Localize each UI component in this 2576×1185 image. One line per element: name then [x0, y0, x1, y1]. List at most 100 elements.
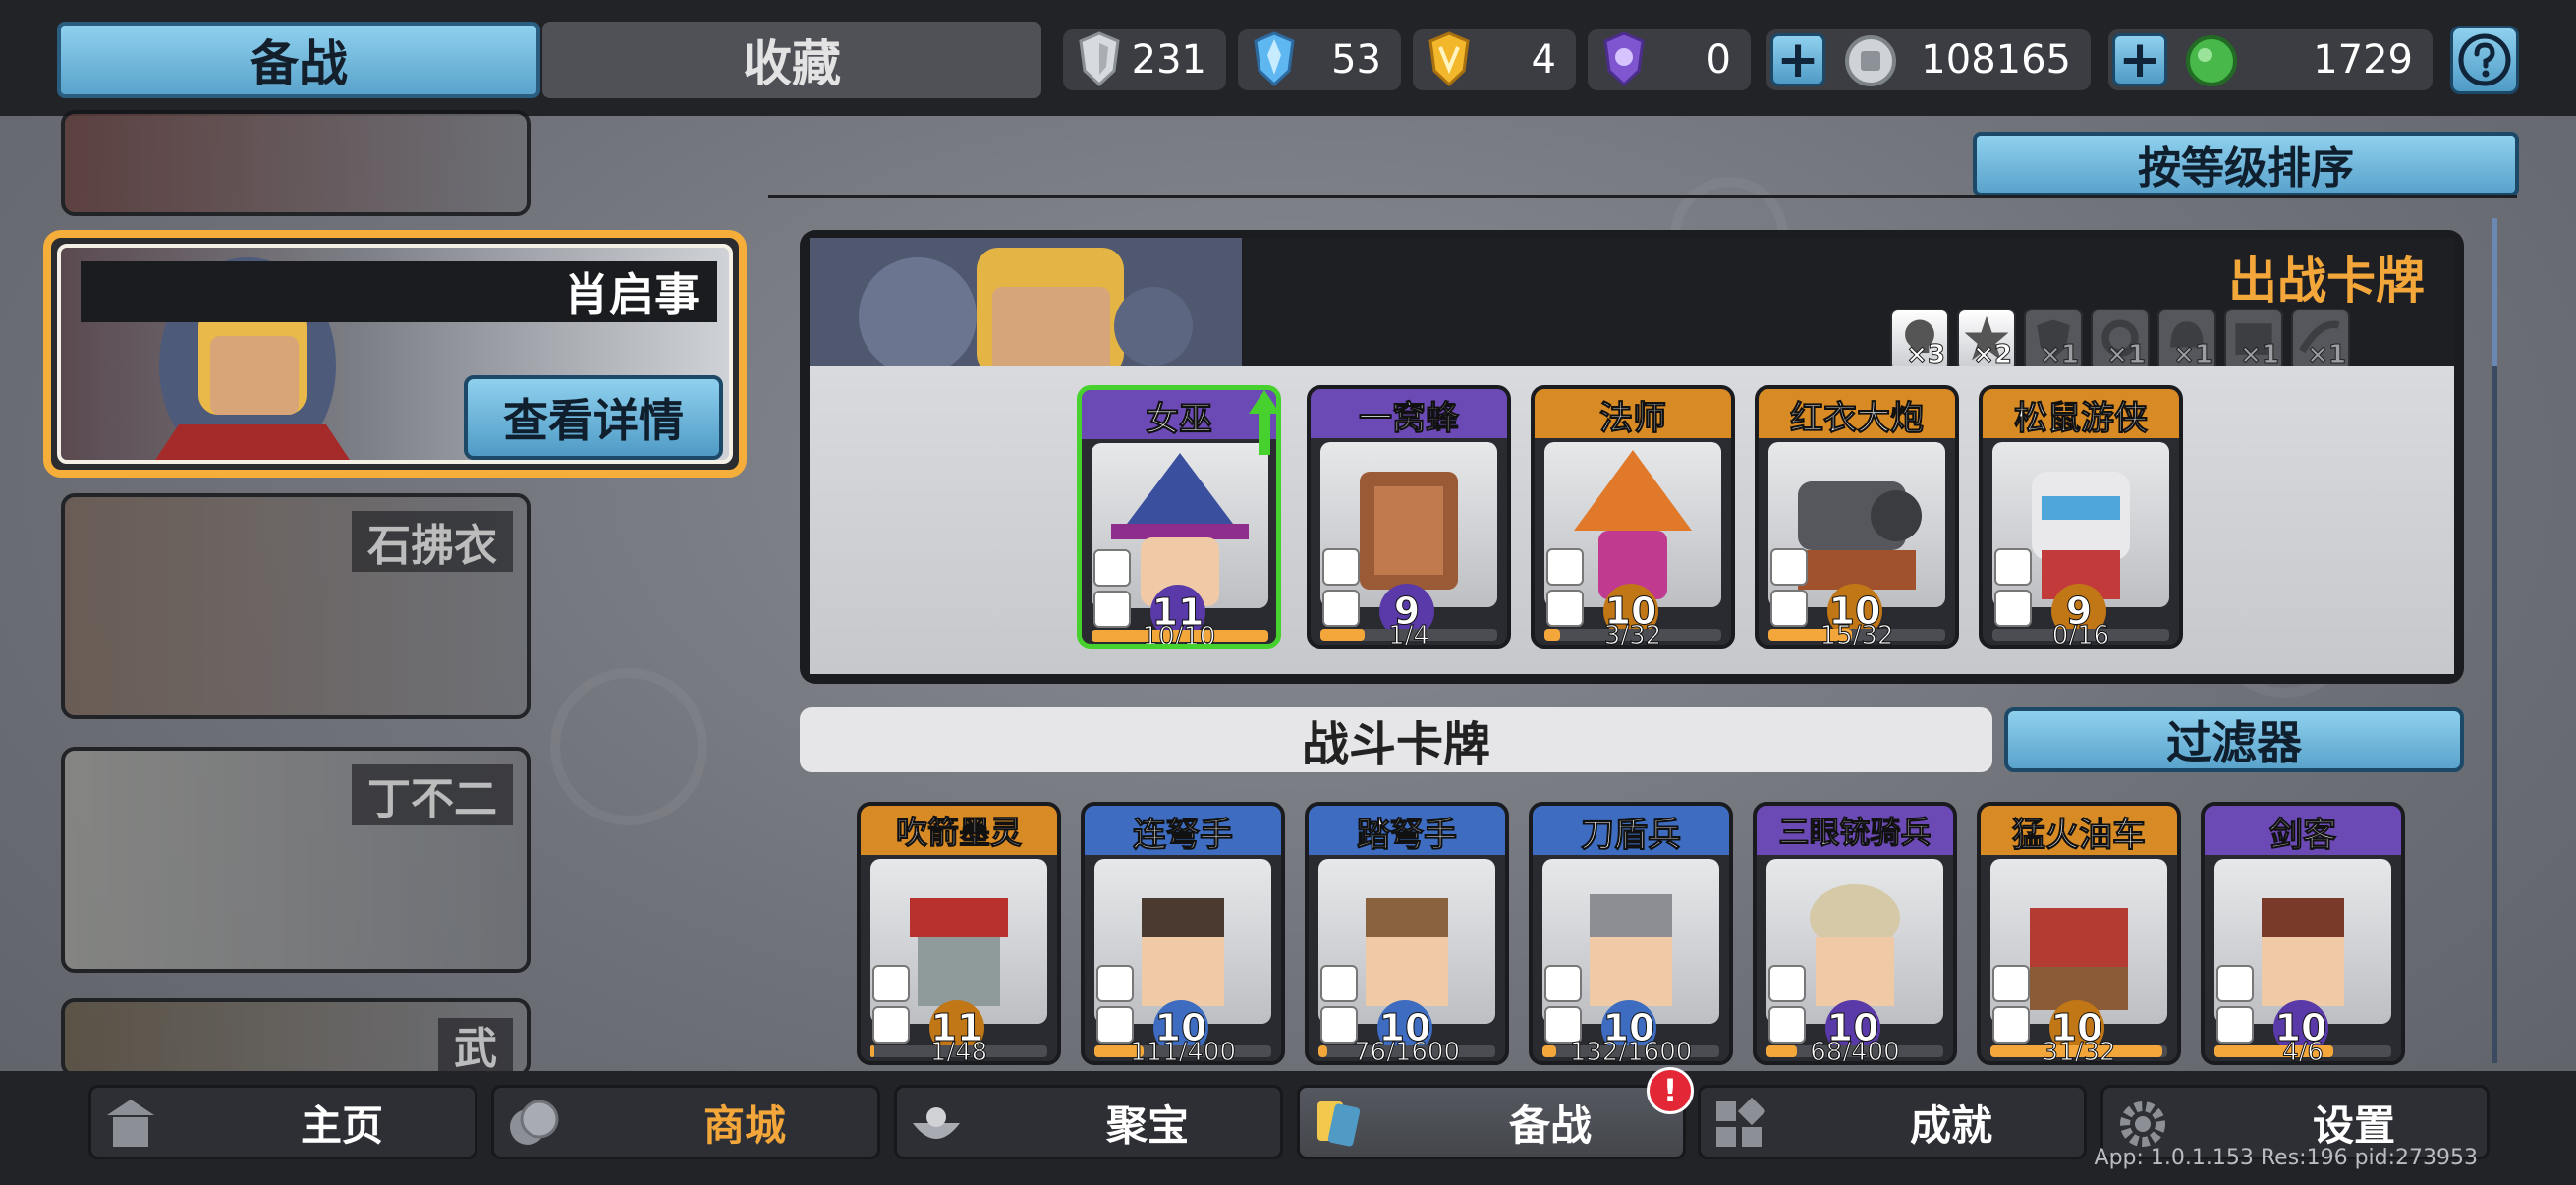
deck-card[interactable]: 一窝蜂 9 1/4	[1307, 385, 1511, 649]
arrow-trait-icon	[1320, 965, 1358, 1002]
fight-card[interactable]: 连弩手 10 111/400	[1081, 802, 1285, 1065]
card-name: 踏弩手	[1357, 816, 1458, 856]
divider	[768, 195, 2517, 198]
scrollbar-thumb[interactable]	[2492, 218, 2497, 366]
cards-icon	[1317, 1101, 1361, 1147]
card-name: 红衣大炮	[1790, 399, 1925, 439]
nav-label: 成就	[1909, 1100, 1992, 1150]
achievement-grid-icon	[1716, 1097, 1766, 1147]
shield-trait-icon[interactable]: ×1	[2024, 309, 2083, 371]
resource-value: 0	[1706, 37, 1731, 83]
card-name: 刀盾兵	[1581, 816, 1682, 856]
skull-trait-icon	[1994, 548, 2032, 586]
filter-button[interactable]: 过滤器	[2004, 707, 2464, 772]
question-mark-icon	[2458, 33, 2511, 86]
add-gems-button[interactable]: +	[2112, 33, 2167, 86]
resource-gold-shield: 4	[1413, 29, 1576, 90]
sword-trait-icon	[2216, 965, 2254, 1002]
fight-card[interactable]: 三眼铳骑兵 10 68/400	[1753, 802, 1957, 1065]
add-coins-button[interactable]: +	[1770, 33, 1825, 86]
gear-trait-icon	[1992, 965, 2030, 1002]
nav-label: 主页	[300, 1100, 383, 1150]
deck-card[interactable]: 法师 10 3/32	[1531, 385, 1735, 649]
deck-title: 出战卡牌	[2228, 253, 2425, 310]
skull-trait-icon	[1093, 549, 1131, 587]
arrow-trait-icon	[1096, 965, 1134, 1002]
green-gem-icon	[2186, 35, 2237, 86]
resource-green-gem: + 1729	[2108, 29, 2433, 90]
hero-name: 肖启事	[564, 268, 700, 321]
card-name: 三眼铳骑兵	[1778, 816, 1932, 852]
hero-name-bar: 肖启事	[81, 261, 717, 322]
view-details-button[interactable]: 查看详情	[464, 375, 723, 460]
gear-trait-icon[interactable]: ×1	[2091, 309, 2150, 371]
tab-prepare[interactable]: 备战	[57, 22, 540, 98]
deck-hero-banner-art	[810, 238, 1242, 373]
fight-card[interactable]: 吹箭墨灵 11 1/48	[857, 802, 1061, 1065]
fight-cards-header: 战斗卡牌	[800, 707, 1992, 772]
upgrade-arrow-icon	[1249, 390, 1276, 455]
card-name: 剑客	[2269, 816, 2337, 856]
hero-card[interactable]: 丁不二	[61, 747, 531, 973]
horse-trait-icon	[1768, 965, 1806, 1002]
card-progress-text: 1/4	[1388, 621, 1430, 649]
gold-shield-icon	[1428, 31, 1470, 87]
resource-silver-coin: + 108165	[1766, 29, 2091, 90]
help-button[interactable]	[2450, 26, 2519, 94]
gear-icon	[2120, 1101, 2165, 1147]
resource-value: 4	[1531, 37, 1556, 83]
deck-card[interactable]: 女巫 11 10/10	[1077, 385, 1281, 649]
gear-trait-icon	[1322, 548, 1360, 586]
fight-card[interactable]: 刀盾兵 10 132/1600	[1529, 802, 1733, 1065]
nav-home[interactable]: 主页	[88, 1085, 477, 1159]
wall-trait-icon	[1770, 548, 1808, 586]
top-bar: 备战 收藏 231 53 4 0 + 108165 + 1729	[0, 0, 2576, 116]
crystal-shield-icon	[1254, 31, 1295, 87]
wall-trait-icon[interactable]: ×1	[2224, 309, 2283, 371]
pagoda-icon	[107, 1100, 154, 1147]
card-name: 法师	[1599, 399, 1667, 439]
resource-value: 231	[1131, 37, 1206, 83]
tab-collection[interactable]: 收藏	[542, 22, 1041, 98]
hero-portrait: 肖启事 查看详情	[57, 244, 733, 464]
hero-card-selected[interactable]: 肖启事 查看详情	[43, 230, 747, 478]
card-name: 一窝蜂	[1359, 399, 1460, 439]
nav-label: 商城	[702, 1100, 786, 1150]
nav-prepare[interactable]: 备战	[1297, 1085, 1686, 1159]
deck-card[interactable]: 红衣大炮 10 15/32	[1755, 385, 1959, 649]
nav-treasure[interactable]: 聚宝	[894, 1085, 1283, 1159]
fight-card[interactable]: 踏弩手 10 76/1600	[1305, 802, 1509, 1065]
hero-card[interactable]	[61, 110, 531, 216]
card-name: 吹箭墨灵	[895, 814, 1022, 852]
notification-badge: !	[1647, 1067, 1694, 1114]
resource-purple-shield: 0	[1588, 29, 1751, 90]
card-name: 猛火油车	[2012, 816, 2147, 856]
hero-card[interactable]: 石拂衣	[61, 493, 531, 719]
resource-silver-shield: 231	[1063, 29, 1226, 90]
resource-value: 53	[1331, 37, 1381, 83]
helmet-trait-icon[interactable]: ×1	[2157, 309, 2216, 371]
silver-shield-icon	[1079, 31, 1120, 87]
arrow-trait-icon	[872, 965, 910, 1002]
card-progress-text: 31/32	[2042, 1038, 2116, 1065]
card-progress-text: 1/48	[929, 1038, 988, 1065]
nav-achievements[interactable]: 成就	[1698, 1085, 2087, 1159]
wind-trait-icon[interactable]: ×1	[2291, 309, 2350, 371]
deck-card[interactable]: 松鼠游侠 9 0/16	[1979, 385, 2183, 649]
sword-trait-icon	[1544, 965, 1582, 1002]
card-progress-text: 10/10	[1142, 622, 1216, 649]
sort-by-level-button[interactable]: 按等级排序	[1973, 132, 2519, 197]
fight-card[interactable]: 剑客 10 4/6	[2201, 802, 2405, 1065]
resource-crystal-shield: 53	[1238, 29, 1401, 90]
resource-value: 1729	[2313, 37, 2413, 83]
purple-shield-icon	[1603, 31, 1645, 87]
card-progress-text: 76/1600	[1353, 1038, 1460, 1065]
card-name: 松鼠游侠	[2014, 399, 2149, 439]
fight-card[interactable]: 猛火油车 10 31/32	[1977, 802, 2181, 1065]
nav-label: 聚宝	[1105, 1100, 1189, 1150]
burst-trait-icon[interactable]: ×2	[1957, 309, 2016, 371]
skull-trait-icon[interactable]: ×3	[1890, 309, 1949, 371]
card-progress-text: 132/1600	[1569, 1038, 1693, 1065]
hero-card[interactable]: 武	[61, 998, 531, 1077]
nav-shop[interactable]: 商城	[491, 1085, 880, 1159]
